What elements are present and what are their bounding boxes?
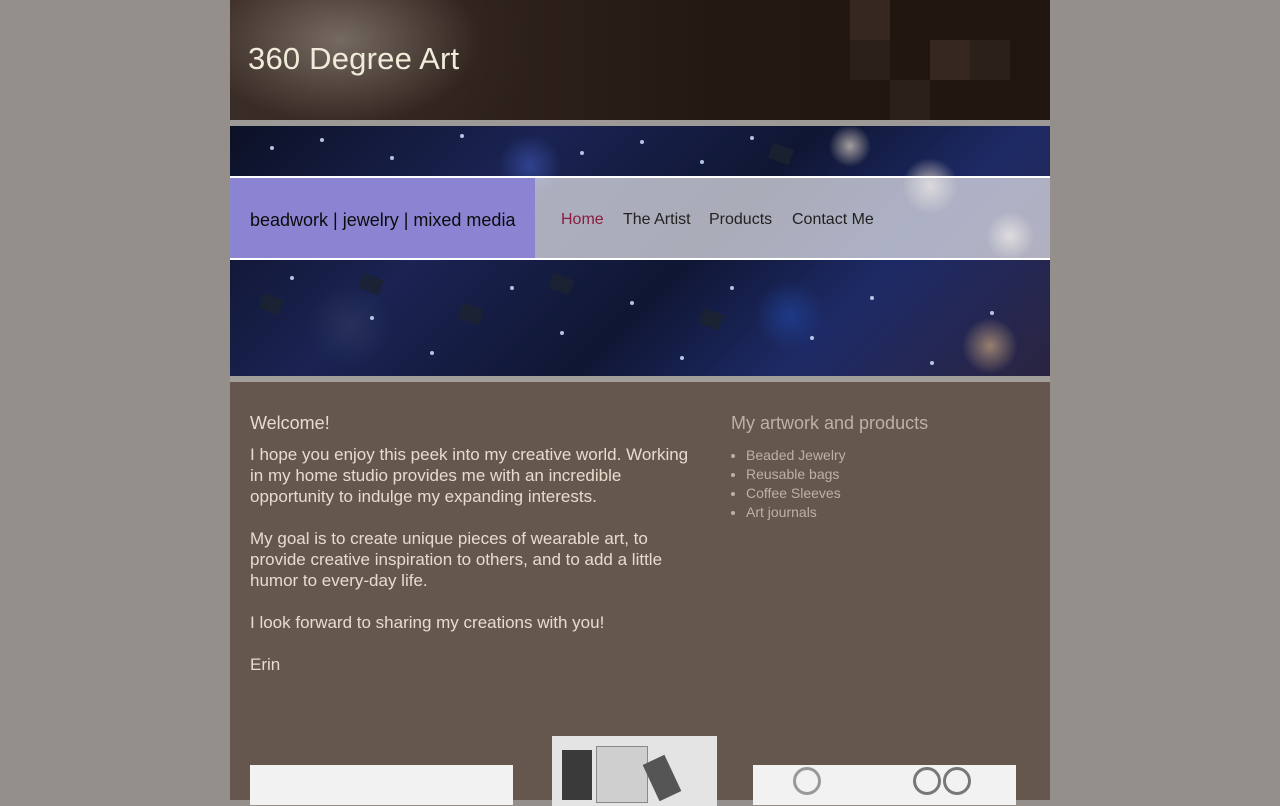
site-title[interactable]: 360 Degree Art (248, 41, 459, 77)
nav-home[interactable]: Home (561, 211, 604, 229)
product-link-reusable-bags[interactable]: Reusable bags (746, 465, 846, 484)
nav-the-artist[interactable]: The Artist (623, 211, 691, 229)
site-header: 360 Degree Art (230, 0, 1050, 120)
photo-detail (913, 767, 941, 795)
signature: Erin (250, 655, 281, 674)
goal-paragraph: My goal is to create unique pieces of we… (250, 529, 663, 590)
intro-paragraph: I hope you enjoy this peek into my creat… (250, 445, 689, 506)
photo-detail (642, 754, 682, 802)
nav-contact-me[interactable]: Contact Me (792, 211, 874, 229)
product-photo-left[interactable] (250, 765, 513, 805)
product-photo-right[interactable] (753, 765, 1016, 805)
page-container: 360 Degree Art beadwork | jewelry | mixe… (230, 0, 1050, 806)
photo-detail (793, 767, 821, 795)
product-link-art-journals[interactable]: Art journals (746, 503, 846, 522)
products-heading: My artwork and products (731, 413, 929, 433)
site-tagline: beadwork | jewelry | mixed media (250, 210, 516, 230)
photo-detail (562, 750, 592, 800)
closing-paragraph: I look forward to sharing my creations w… (250, 613, 605, 632)
welcome-heading: Welcome! (250, 413, 330, 433)
products-list: Beaded Jewelry Reusable bags Coffee Slee… (731, 446, 846, 522)
photo-detail (943, 767, 971, 795)
product-link-coffee-sleeves[interactable]: Coffee Sleeves (746, 484, 846, 503)
nav-products[interactable]: Products (709, 211, 772, 229)
photo-detail (596, 746, 648, 803)
main-content: Welcome! I hope you enjoy this peek into… (230, 382, 1050, 806)
navigation-bar: beadwork | jewelry | mixed media Home Th… (230, 176, 1050, 260)
product-photo-center[interactable] (552, 736, 717, 806)
main-nav: Home The Artist Products Contact Me (535, 178, 1050, 258)
product-link-beaded-jewelry[interactable]: Beaded Jewelry (746, 446, 846, 465)
bead-banner: beadwork | jewelry | mixed media Home Th… (230, 126, 1050, 376)
tagline-box: beadwork | jewelry | mixed media (230, 178, 535, 258)
